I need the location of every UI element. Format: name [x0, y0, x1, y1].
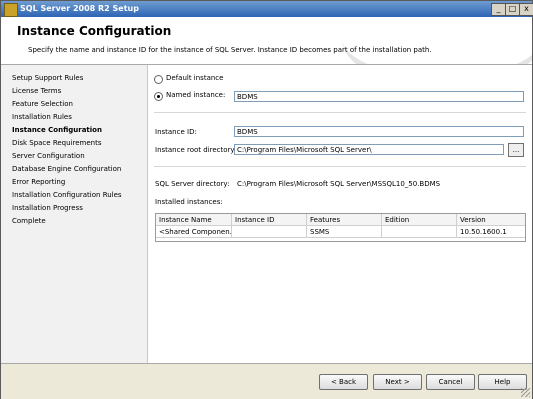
table-cell-edition[interactable] — [382, 226, 457, 238]
minimize-button[interactable]: _ — [491, 3, 506, 16]
sidebar-item-complete[interactable]: Complete — [12, 217, 46, 225]
window-title: SQL Server 2008 R2 Setup — [20, 4, 139, 13]
page-header: Instance Configuration Specify the name … — [1, 17, 532, 65]
column-header-version[interactable]: Version — [457, 214, 525, 226]
instance-id-label: Instance ID: — [155, 128, 197, 136]
table-cell-instance-name[interactable]: <Shared Componen... — [156, 226, 232, 238]
button-bar: < Back Next > Cancel Help — [1, 363, 532, 399]
maximize-button[interactable]: □ — [505, 3, 520, 16]
sidebar-item-setup-support-rules[interactable]: Setup Support Rules — [12, 74, 83, 82]
sidebar-item-installation-configuration-rules[interactable]: Installation Configuration Rules — [12, 191, 122, 199]
help-button[interactable]: Help — [478, 374, 527, 390]
page-title: Instance Configuration — [17, 24, 172, 38]
column-header-instance-name[interactable]: Instance Name — [156, 214, 232, 226]
main-area: Setup Support Rules License Terms Featur… — [1, 65, 532, 363]
instance-id-input[interactable]: BDMS — [234, 126, 524, 137]
sidebar-item-feature-selection[interactable]: Feature Selection — [12, 100, 73, 108]
named-instance-radio[interactable] — [154, 92, 163, 101]
page-description: Specify the name and instance ID for the… — [28, 46, 432, 54]
header-swoosh-decoration — [342, 17, 532, 64]
table-cell-instance-id[interactable] — [232, 226, 307, 238]
close-button[interactable]: x — [519, 3, 533, 16]
sql-server-directory-label: SQL Server directory: — [155, 180, 230, 188]
sidebar-item-disk-space-requirements[interactable]: Disk Space Requirements — [12, 139, 101, 147]
sidebar-item-server-configuration[interactable]: Server Configuration — [12, 152, 85, 160]
resize-grip-icon[interactable] — [521, 388, 530, 397]
column-header-instance-id[interactable]: Instance ID — [232, 214, 307, 226]
sidebar-item-error-reporting[interactable]: Error Reporting — [12, 178, 65, 186]
table-cell-features[interactable]: SSMS — [307, 226, 382, 238]
back-button[interactable]: < Back — [319, 374, 368, 390]
sql-server-directory-value: C:\Program Files\Microsoft SQL Server\MS… — [237, 180, 441, 188]
sidebar-item-database-engine-configuration[interactable]: Database Engine Configuration — [12, 165, 121, 173]
installed-instances-label: Installed instances: — [155, 198, 223, 206]
instance-configuration-panel: Default instance Named instance: BDMS In… — [148, 65, 532, 363]
table-cell-version[interactable]: 10.50.1600.1 — [457, 226, 525, 238]
installed-instances-table[interactable]: Instance Name Instance ID Features Editi… — [155, 213, 526, 242]
default-instance-radio[interactable] — [154, 75, 163, 84]
sql-server-app-icon — [4, 3, 18, 17]
sidebar-item-installation-progress[interactable]: Installation Progress — [12, 204, 83, 212]
next-button[interactable]: Next > — [373, 374, 422, 390]
sidebar-item-instance-configuration[interactable]: Instance Configuration — [12, 126, 102, 134]
setup-window: SQL Server 2008 R2 Setup _ □ x Instance … — [0, 0, 533, 399]
separator — [154, 112, 526, 113]
steps-sidebar: Setup Support Rules License Terms Featur… — [1, 65, 148, 363]
cancel-button[interactable]: Cancel — [426, 374, 475, 390]
sidebar-item-installation-rules[interactable]: Installation Rules — [12, 113, 72, 121]
column-header-edition[interactable]: Edition — [382, 214, 457, 226]
sidebar-item-license-terms[interactable]: License Terms — [12, 87, 61, 95]
browse-button[interactable]: ... — [508, 143, 524, 157]
instance-root-directory-input[interactable]: C:\Program Files\Microsoft SQL Server\ — [234, 144, 504, 155]
separator — [154, 166, 526, 167]
named-instance-input[interactable]: BDMS — [234, 91, 524, 102]
instance-root-directory-label: Instance root directory: — [155, 146, 237, 154]
column-header-features[interactable]: Features — [307, 214, 382, 226]
title-bar: SQL Server 2008 R2 Setup _ □ x — [1, 1, 533, 17]
named-instance-label: Named instance: — [166, 91, 226, 99]
default-instance-label: Default instance — [166, 74, 224, 82]
